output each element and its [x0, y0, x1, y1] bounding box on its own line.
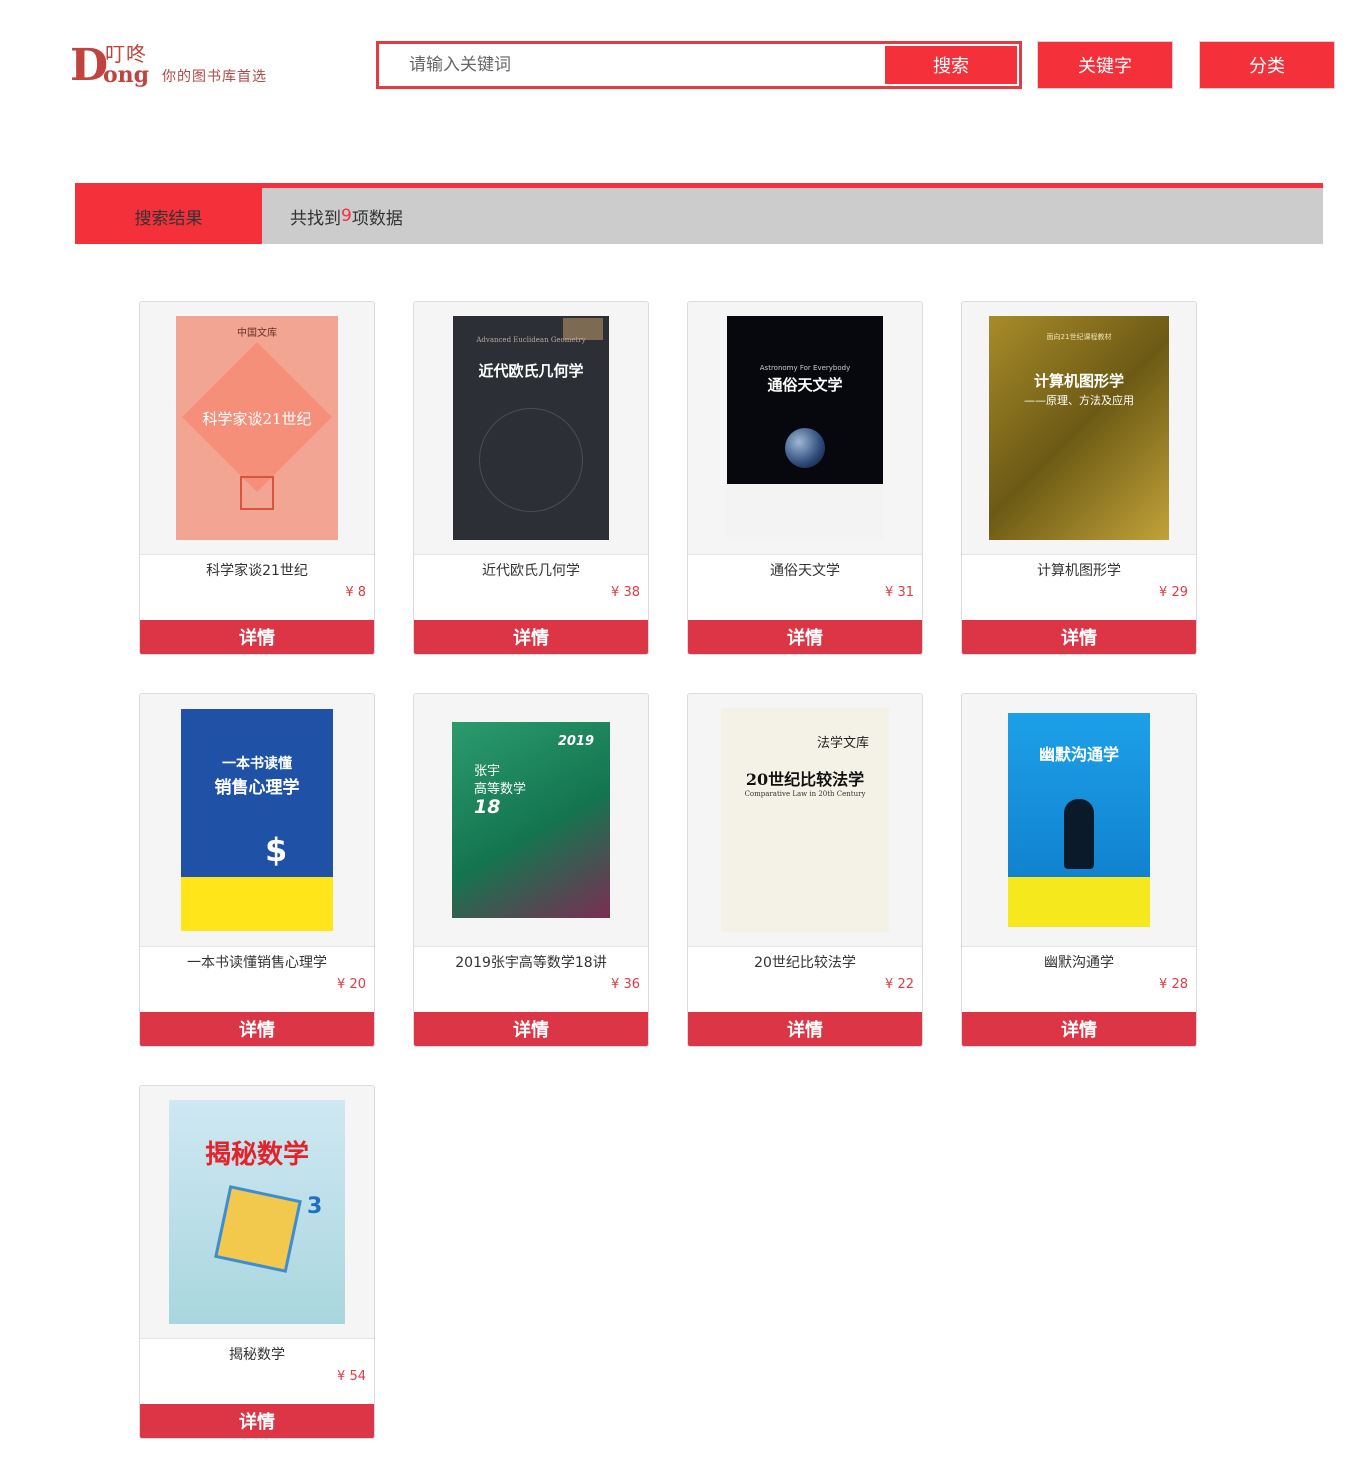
cover-title: 20世纪比较法学: [745, 770, 865, 789]
book-title[interactable]: 2019张宇高等数学18讲: [414, 952, 648, 972]
detail-button[interactable]: 详情: [962, 620, 1196, 654]
book-price: ¥ 8: [345, 585, 366, 600]
book-cover-image[interactable]: 法学文库 20世纪比较法学 Comparative Law in 20th Ce…: [721, 708, 889, 932]
book-cover-image[interactable]: 一本书读懂 销售心理学 $: [181, 709, 333, 931]
book-price: ¥ 20: [337, 977, 366, 992]
cover-band: [727, 484, 883, 540]
detail-button[interactable]: 详情: [688, 1012, 922, 1046]
cover-english-title: Astronomy For Everybody: [759, 364, 851, 372]
detail-button[interactable]: 详情: [140, 1404, 374, 1438]
cover-title: 近代欧氏几何学: [478, 362, 584, 380]
cover-series: 面向21世纪课程教材: [1046, 333, 1112, 341]
detail-button[interactable]: 详情: [414, 1012, 648, 1046]
book-title[interactable]: 通俗天文学: [688, 560, 922, 580]
cover-band: [181, 877, 333, 931]
book-price: ¥ 29: [1159, 585, 1188, 600]
book-cover-image[interactable]: 中国文库 科学家谈21世纪: [176, 316, 338, 540]
book-cover-area[interactable]: 一本书读懂 销售心理学 $: [140, 694, 374, 947]
cover-series: 法学文库: [816, 736, 869, 751]
book-cover-area[interactable]: 2019 张宇 高等数学 18: [414, 694, 648, 947]
category-button[interactable]: 分类: [1199, 41, 1335, 89]
result-count: 共找到 9 项数据: [290, 188, 403, 244]
cover-number: 18: [474, 796, 501, 818]
search-input[interactable]: [379, 44, 884, 86]
book-price: ¥ 54: [337, 1369, 366, 1384]
cover-number-3: 3: [307, 1194, 323, 1219]
book-cover-area[interactable]: 法学文库 20世纪比较法学 Comparative Law in 20th Ce…: [688, 694, 922, 947]
book-cover-area[interactable]: 幽默沟通学: [962, 694, 1196, 947]
book-cover-image[interactable]: 2019 张宇 高等数学 18: [452, 722, 610, 918]
book-card: Astronomy For Everybody 通俗天文学 通俗天文学 ¥ 31…: [687, 301, 923, 655]
book-card: 中国文库 科学家谈21世纪 科学家谈21世纪 ¥ 8 详情: [139, 301, 375, 655]
logo-text: ong: [103, 62, 150, 88]
cover-circle: [479, 408, 583, 512]
book-card: 揭秘数学 3 揭秘数学 ¥ 54 详情: [139, 1085, 375, 1439]
book-cover-image[interactable]: 揭秘数学 3: [169, 1100, 345, 1324]
cover-english-title: Advanced Euclidean Geometry: [476, 336, 586, 344]
search-button[interactable]: 搜索: [885, 46, 1017, 84]
result-count-number: 9: [341, 206, 352, 226]
juggler-figure: [1064, 799, 1094, 869]
cover-title: 科学家谈21世纪: [202, 410, 312, 428]
book-price: ¥ 22: [885, 977, 914, 992]
logo[interactable]: D 叮咚 ong 你的图书库首选: [70, 40, 270, 92]
book-title[interactable]: 20世纪比较法学: [688, 952, 922, 972]
cover-subtitle: ——原理、方法及应用: [1024, 394, 1134, 407]
cover-title: 高等数学: [474, 782, 527, 797]
cover-title: 通俗天文学: [767, 376, 843, 394]
book-cover-area[interactable]: Advanced Euclidean Geometry 近代欧氏几何学: [414, 302, 648, 555]
search-box: 搜索: [376, 41, 1022, 89]
book-card: 面向21世纪课程教材 计算机图形学 ——原理、方法及应用 计算机图形学 ¥ 29…: [961, 301, 1197, 655]
cover-year: 2019: [557, 734, 594, 749]
earth-icon: [785, 428, 825, 468]
detail-button[interactable]: 详情: [140, 1012, 374, 1046]
book-price: ¥ 31: [885, 585, 914, 600]
dollar-icon: $: [265, 831, 288, 869]
cube-illustration: [214, 1185, 302, 1273]
detail-button[interactable]: 详情: [140, 620, 374, 654]
book-title[interactable]: 揭秘数学: [140, 1344, 374, 1364]
book-cover-image[interactable]: Advanced Euclidean Geometry 近代欧氏几何学: [453, 316, 609, 540]
book-card: Advanced Euclidean Geometry 近代欧氏几何学 近代欧氏…: [413, 301, 649, 655]
detail-button[interactable]: 详情: [414, 620, 648, 654]
cover-title: 计算机图形学: [1033, 372, 1124, 390]
detail-button[interactable]: 详情: [688, 620, 922, 654]
book-cover-area[interactable]: 揭秘数学 3: [140, 1086, 374, 1339]
book-card: 幽默沟通学 幽默沟通学 ¥ 28 详情: [961, 693, 1197, 1047]
book-title[interactable]: 幽默沟通学: [962, 952, 1196, 972]
book-card: 一本书读懂 销售心理学 $ 一本书读懂销售心理学 ¥ 20 详情: [139, 693, 375, 1047]
book-card: 2019 张宇 高等数学 18 2019张宇高等数学18讲 ¥ 36 详情: [413, 693, 649, 1047]
book-price: ¥ 36: [611, 977, 640, 992]
keyword-button[interactable]: 关键字: [1037, 41, 1173, 89]
tab-search-results[interactable]: 搜索结果: [75, 188, 262, 244]
result-bar: 搜索结果 共找到 9 项数据: [75, 183, 1323, 244]
cover-author: 张宇: [474, 764, 501, 779]
cover-band: [1008, 877, 1150, 927]
cover-english-title: Comparative Law in 20th Century: [744, 790, 866, 798]
detail-button[interactable]: 详情: [962, 1012, 1196, 1046]
book-title[interactable]: 一本书读懂销售心理学: [140, 952, 374, 972]
result-count-prefix: 共找到: [290, 208, 341, 229]
book-title[interactable]: 近代欧氏几何学: [414, 560, 648, 580]
book-cover-image[interactable]: 幽默沟通学: [1008, 713, 1150, 927]
book-cover-area[interactable]: 面向21世纪课程教材 计算机图形学 ——原理、方法及应用: [962, 302, 1196, 555]
book-title[interactable]: 计算机图形学: [962, 560, 1196, 580]
cover-title: 一本书读懂: [222, 756, 292, 772]
book-cover-area[interactable]: 中国文库 科学家谈21世纪: [140, 302, 374, 555]
cover-seal: [240, 476, 274, 510]
book-cover-area[interactable]: Astronomy For Everybody 通俗天文学: [688, 302, 922, 555]
book-card: 法学文库 20世纪比较法学 Comparative Law in 20th Ce…: [687, 693, 923, 1047]
book-price: ¥ 38: [611, 585, 640, 600]
book-cover-image[interactable]: Astronomy For Everybody 通俗天文学: [727, 316, 883, 540]
cover-series: 中国文库: [237, 328, 277, 339]
book-price: ¥ 28: [1159, 977, 1188, 992]
cover-title: 幽默沟通学: [1038, 745, 1119, 764]
book-title[interactable]: 科学家谈21世纪: [140, 560, 374, 580]
result-count-suffix: 项数据: [351, 208, 403, 229]
cover-title: 揭秘数学: [204, 1140, 309, 1170]
book-cover-image[interactable]: 面向21世纪课程教材 计算机图形学 ——原理、方法及应用: [989, 316, 1169, 540]
logo-slogan: 你的图书库首选: [162, 69, 267, 85]
cover-title-2: 销售心理学: [214, 778, 300, 798]
